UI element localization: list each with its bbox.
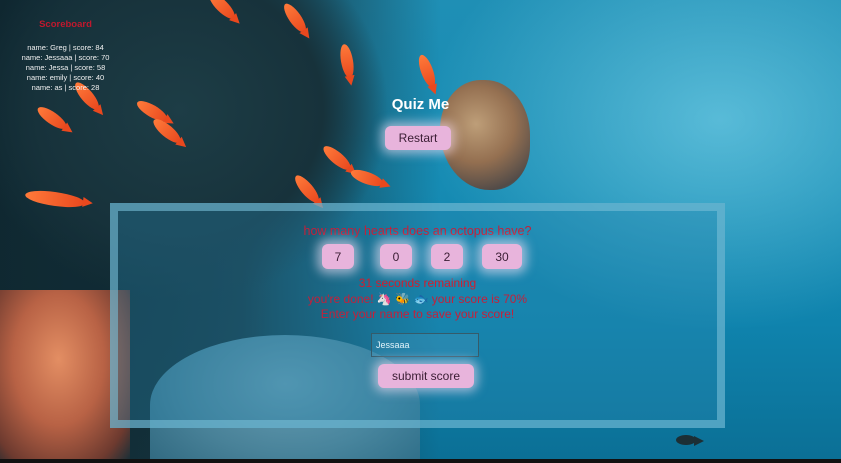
page-title: Quiz Me [391,96,450,113]
save-prompt-text: Enter your name to save your score! [320,307,515,321]
scoreboard-entry: name: as | score: 28 [31,83,100,92]
quiz-panel: how many hearts does an octopus have? 7 … [110,203,725,428]
restart-button[interactable]: Restart [385,126,451,150]
scoreboard: Scoreboard name: Greg | score: 84 name: … [18,19,113,93]
fish-icon [676,435,704,446]
scoreboard-entry: name: Jessa | score: 58 [25,63,106,72]
scoreboard-entry: name: Greg | score: 84 [27,43,104,52]
bottom-edge [0,459,841,463]
answer-button[interactable]: 2 [431,244,463,269]
scoreboard-entry: name: Jessaaa | score: 70 [21,53,110,62]
answer-button[interactable]: 7 [322,244,354,269]
result-text: you're done! 🦄 🐝 🐟 your score is 70% [307,292,528,306]
submit-score-button[interactable]: submit score [378,364,474,388]
scoreboard-title: Scoreboard [39,19,92,30]
name-input[interactable] [371,333,479,357]
scoreboard-list: name: Greg | score: 84 name: Jessaaa | s… [18,43,113,93]
question-text: how many hearts does an octopus have? [303,224,532,238]
answer-button[interactable]: 30 [482,244,522,269]
timer-text: 31 seconds remaining [358,276,477,290]
answer-options: 7 0 2 30 [118,244,717,270]
answer-button[interactable]: 0 [380,244,412,269]
scoreboard-entry: name: emily | score: 40 [26,73,105,82]
